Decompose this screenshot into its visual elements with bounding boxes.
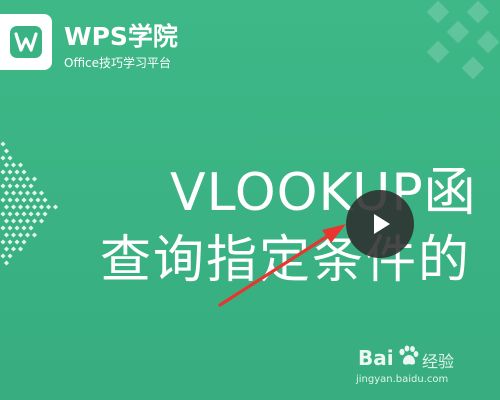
decorative-dot (24, 204, 31, 210)
decorative-dot (28, 197, 34, 203)
decorative-dot (31, 176, 38, 182)
decorative-dot (0, 211, 6, 217)
decorative-dot (7, 197, 13, 203)
decorative-dot (3, 176, 10, 182)
decorative-dot (31, 218, 38, 224)
video-title-line-1: VLOOKUP函 (170, 163, 477, 223)
decorative-dot (10, 190, 17, 196)
decorative-dot (38, 218, 45, 224)
decorative-dot (31, 232, 38, 238)
wps-logo-icon (10, 26, 42, 58)
decorative-dot (0, 225, 6, 231)
decorative-dot (21, 239, 27, 245)
decorative-dot (10, 204, 17, 210)
decorative-dot (21, 183, 27, 189)
video-thumbnail[interactable]: WPS学院 Office技巧学习平台 VLOOKUP函 查询指定条件的 Bai … (0, 0, 500, 400)
decorative-dot (7, 183, 13, 189)
decorative-dot (35, 197, 41, 203)
video-title-line-2: 查询指定条件的 (100, 231, 472, 290)
decorative-dot (17, 176, 24, 182)
decorative-dot (45, 204, 52, 210)
decorative-dot (14, 169, 20, 175)
play-button[interactable] (346, 190, 414, 258)
baidu-watermark: Bai 经验 jingyan.baidu.com (356, 344, 486, 392)
decorative-dot (0, 141, 6, 147)
decorative-dot (24, 232, 31, 238)
decorative-dot (24, 190, 31, 196)
decorative-dot (52, 204, 59, 210)
decorative-dot (21, 169, 27, 175)
baidu-paw-icon (399, 345, 419, 365)
decorative-dot (10, 218, 17, 224)
decorative-dot (17, 190, 24, 196)
brand-subtitle: Office技巧学习平台 (64, 56, 172, 70)
decorative-dot (14, 211, 20, 217)
decorative-dot (42, 211, 48, 217)
decorative-dot (7, 211, 13, 217)
decorative-dot (14, 183, 20, 189)
decorative-dot (3, 204, 10, 210)
decorative-dot (3, 260, 10, 266)
decorative-dot (0, 197, 6, 203)
decorative-dot (31, 190, 38, 196)
decorative-dot (24, 176, 31, 182)
decorative-dot (17, 218, 24, 224)
watermark-url: jingyan.baidu.com (356, 374, 449, 385)
decorative-dot (7, 155, 13, 161)
decorative-diamonds-top-right (426, 0, 500, 80)
decorative-dot (3, 218, 10, 224)
decorative-dot (42, 197, 48, 203)
decorative-dot (38, 204, 45, 210)
play-icon (374, 214, 390, 234)
decorative-dot (14, 239, 20, 245)
decorative-dot (28, 183, 34, 189)
decorative-dot (0, 155, 6, 161)
brand-title: WPS学院 (64, 22, 178, 51)
decorative-dot (7, 169, 13, 175)
watermark-suffix: 经验 (422, 352, 455, 371)
decorative-dot (3, 190, 10, 196)
decorative-dot (7, 239, 13, 245)
decorative-dot (3, 148, 10, 154)
decorative-dot (35, 211, 41, 217)
decorative-dot-pattern (0, 141, 59, 266)
decorative-dot (24, 218, 31, 224)
decorative-dot (17, 204, 24, 210)
decorative-dot (14, 225, 20, 231)
decorative-dot (0, 253, 6, 259)
decorative-dot (17, 232, 24, 238)
decorative-dot (21, 211, 27, 217)
watermark-brand: Bai (358, 346, 394, 370)
decorative-dot (7, 253, 13, 259)
decorative-dot (7, 225, 13, 231)
decorative-dot (31, 204, 38, 210)
decorative-dot (0, 169, 6, 175)
decorative-dot (10, 246, 17, 252)
decorative-dot (3, 162, 10, 168)
wps-logo (0, 14, 52, 70)
decorative-dot (0, 183, 6, 189)
decorative-dot (38, 190, 45, 196)
decorative-dot (10, 176, 17, 182)
decorative-dot (14, 197, 20, 203)
decorative-dot (3, 246, 10, 252)
decorative-dot (21, 197, 27, 203)
decorative-dot (17, 246, 24, 252)
decorative-dot (21, 225, 27, 231)
decorative-dot (28, 225, 34, 231)
decorative-dot (10, 162, 17, 168)
decorative-dot (28, 211, 34, 217)
decorative-dot (10, 232, 17, 238)
decorative-dot (3, 232, 10, 238)
decorative-dot (0, 239, 6, 245)
decorative-dot (17, 162, 24, 168)
